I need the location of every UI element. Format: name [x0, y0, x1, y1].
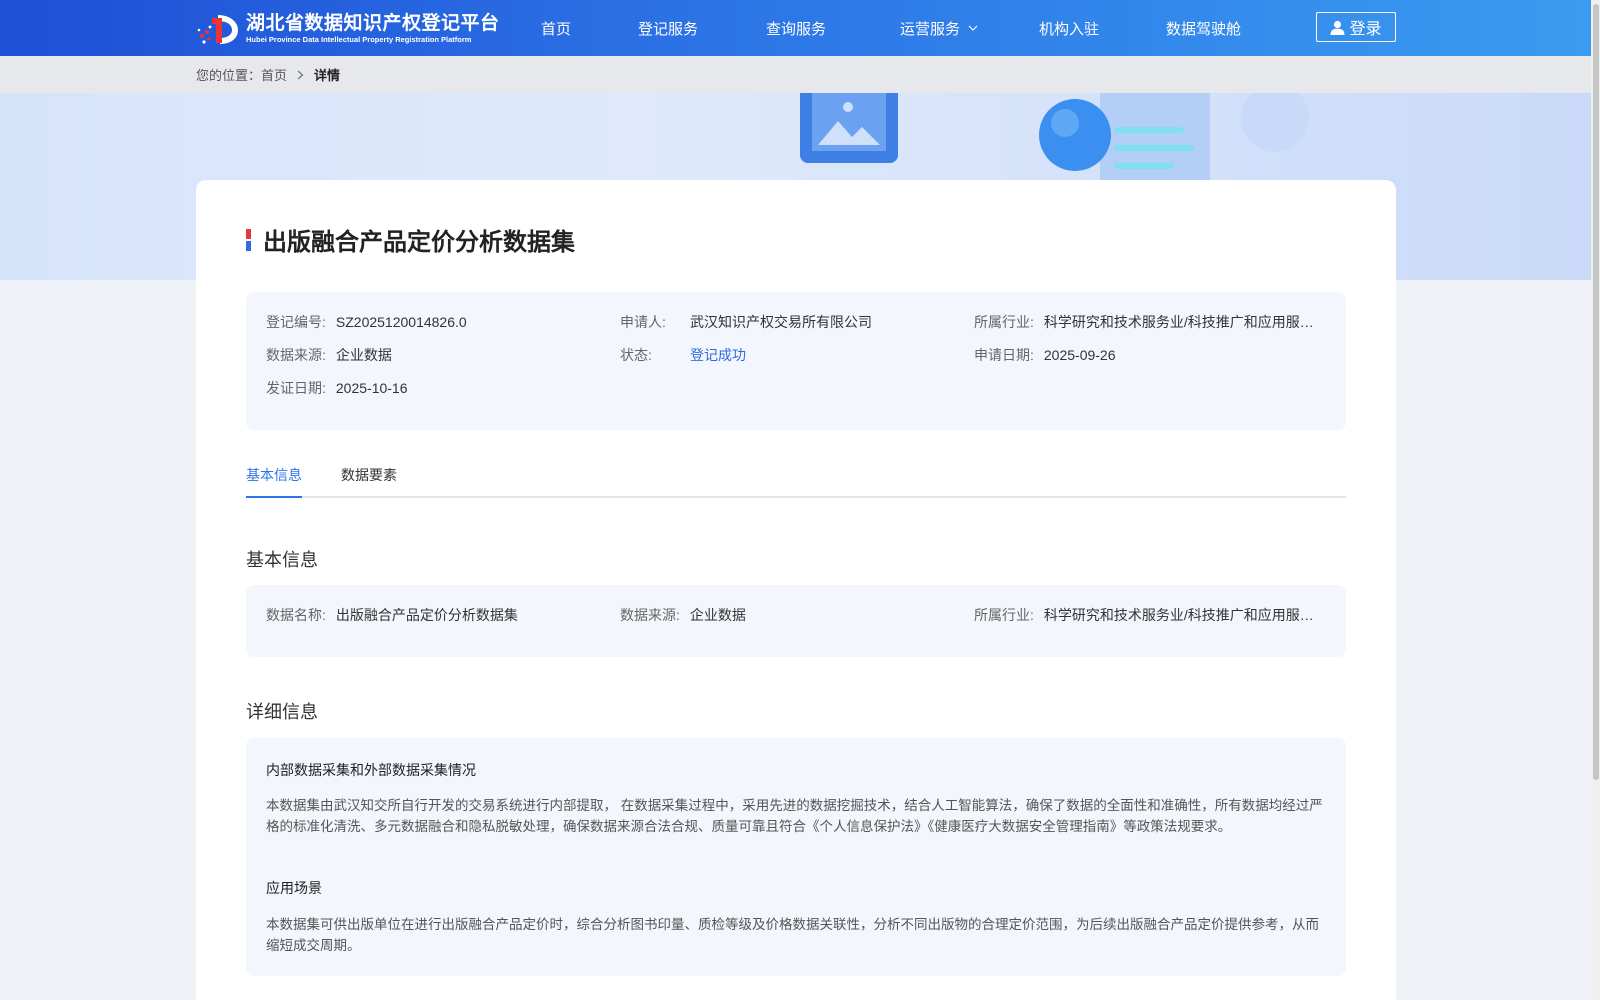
- nav-registration-label: 登记服务: [638, 20, 699, 38]
- page-scrollbar-thumb[interactable]: [1593, 4, 1599, 780]
- source-value: 企业数据: [335, 347, 392, 363]
- title-accent-mark: [246, 228, 251, 251]
- basic-source-value: 企业数据: [689, 607, 746, 623]
- basic-info-heading: 基本信息: [246, 550, 318, 570]
- reg-no-value: SZ2025120014826.0: [335, 314, 467, 330]
- apply-date-label: 申请日期:: [974, 347, 1034, 363]
- login-button[interactable]: 登录: [1316, 12, 1396, 42]
- nav-registration-service[interactable]: 登记服务: [638, 0, 698, 56]
- reg-no-label: 登记编号:: [266, 314, 326, 330]
- cert-date-label: 发证日期:: [266, 380, 326, 396]
- data-name-field: 数据名称: 出版融合产品定价分析数据集: [266, 605, 518, 625]
- breadcrumb-home-link[interactable]: 首页: [261, 65, 287, 84]
- breadcrumb: 您的位置： 首页 详情: [196, 56, 340, 93]
- nav-institution-entry[interactable]: 机构入驻: [1039, 0, 1099, 56]
- nav-home[interactable]: 首页: [541, 0, 571, 56]
- login-label: 登录: [1349, 21, 1382, 38]
- logo-icon: [197, 15, 238, 44]
- nav-query-service[interactable]: 查询服务: [766, 0, 826, 56]
- basic-source-field: 数据来源: 企业数据: [620, 605, 746, 625]
- source-label: 数据来源:: [266, 347, 326, 363]
- title-row: 出版融合产品定价分析数据集: [246, 222, 575, 257]
- basic-source-label: 数据来源:: [620, 607, 680, 623]
- status-value: 登记成功: [690, 347, 746, 363]
- collection-text: 本数据集由武汉知交所自行开发的交易系统进行内部提取， 在数据采集过程中，采用先进…: [266, 798, 1323, 834]
- cert-date-value: 2025-10-16: [335, 380, 408, 396]
- basic-industry-value: 科学研究和技术服务业/科技推广和应用服务业: [1043, 607, 1314, 623]
- nav-data-cockpit[interactable]: 数据驾驶舱: [1166, 0, 1241, 56]
- user-icon: [1330, 20, 1345, 35]
- basic-info-panel: 数据名称: 出版融合产品定价分析数据集 数据来源: 企业数据 所属行业: 科学研…: [246, 585, 1346, 657]
- logo-subtitle: Hubei Province Data Intellectual Propert…: [246, 35, 472, 44]
- applicant-field: 申请人: 武汉知识产权交易所有限公司: [620, 312, 872, 332]
- source-field: 数据来源: 企业数据: [266, 345, 392, 365]
- applicant-value: 武汉知识产权交易所有限公司: [690, 314, 872, 330]
- cert-date-field: 发证日期: 2025-10-16: [266, 378, 408, 398]
- logo-title: 湖北省数据知识产权登记平台: [246, 13, 500, 34]
- platform-logo[interactable]: 湖北省数据知识产权登记平台 Hubei Province Data Intell…: [196, 12, 500, 46]
- apply-date-value: 2025-09-26: [1043, 347, 1116, 363]
- summary-panel: 登记编号: SZ2025120014826.0 申请人: 武汉知识产权交易所有限…: [246, 292, 1346, 430]
- detail-tabs: 基本信息 数据要素: [246, 462, 1346, 498]
- nav-operation-label: 运营服务: [900, 20, 961, 38]
- breadcrumb-bar: 您的位置： 首页 详情: [0, 56, 1600, 93]
- scenario-text: 本数据集可供出版单位在进行出版融合产品定价时，综合分析图书印量、质检等级及价格数…: [266, 917, 1319, 953]
- detailed-info-panel: 内部数据采集和外部数据采集情况 本数据集由武汉知交所自行开发的交易系统进行内部提…: [246, 738, 1346, 976]
- applicant-label: 申请人:: [620, 314, 666, 330]
- nav-query-label: 查询服务: [766, 20, 827, 38]
- scenario-heading: 应用场景: [266, 880, 322, 896]
- top-header: 湖北省数据知识产权登记平台 Hubei Province Data Intell…: [0, 0, 1600, 56]
- nav-institution-label: 机构入驻: [1039, 20, 1100, 38]
- nav-cockpit-label: 数据驾驶舱: [1166, 20, 1242, 38]
- data-name-label: 数据名称:: [266, 607, 326, 623]
- detail-card: 出版融合产品定价分析数据集 登记编号: SZ2025120014826.0 申请…: [196, 180, 1396, 1000]
- industry-field: 所属行业: 科学研究和技术服务业/科技推广和应用服务业: [974, 312, 1314, 332]
- dataset-title: 出版融合产品定价分析数据集: [263, 229, 575, 256]
- detailed-info-heading: 详细信息: [246, 702, 318, 722]
- nav-home-label: 首页: [541, 20, 572, 38]
- tab-data-elements[interactable]: 数据要素: [341, 462, 397, 498]
- industry-label: 所属行业:: [974, 314, 1034, 330]
- reg-no-field: 登记编号: SZ2025120014826.0: [266, 312, 467, 332]
- collection-heading: 内部数据采集和外部数据采集情况: [266, 762, 476, 778]
- status-field: 状态: 登记成功: [620, 345, 746, 365]
- basic-industry-label: 所属行业:: [974, 607, 1034, 623]
- apply-date-field: 申请日期: 2025-09-26: [974, 345, 1116, 365]
- breadcrumb-prefix: 您的位置：: [196, 68, 262, 83]
- basic-industry-field: 所属行业: 科学研究和技术服务业/科技推广和应用服务业: [974, 605, 1314, 625]
- status-label: 状态:: [620, 347, 652, 363]
- data-name-value: 出版融合产品定价分析数据集: [335, 607, 518, 623]
- nav-operation-service[interactable]: 运营服务: [900, 0, 978, 56]
- industry-value: 科学研究和技术服务业/科技推广和应用服务业: [1043, 314, 1314, 330]
- tab-basic-info[interactable]: 基本信息: [246, 462, 302, 498]
- chevron-right-icon: [297, 70, 304, 79]
- chevron-down-icon: [968, 25, 978, 31]
- breadcrumb-current: 详情: [314, 68, 341, 83]
